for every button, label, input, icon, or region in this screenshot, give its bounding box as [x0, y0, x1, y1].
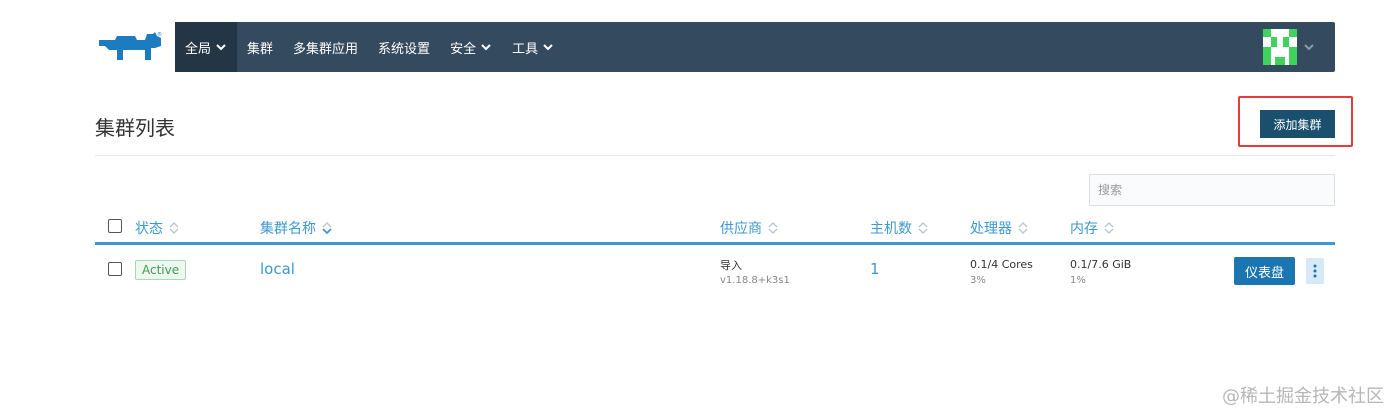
- dashboard-button[interactable]: 仪表盘: [1234, 257, 1295, 285]
- nav-tools-label: 工具: [512, 41, 539, 57]
- status-badge: Active: [135, 260, 187, 280]
- row-checkbox[interactable]: [108, 262, 122, 276]
- column-header-memory[interactable]: 内存: [1070, 218, 1114, 238]
- cpu-percent: 3%: [970, 275, 986, 286]
- column-header-provider[interactable]: 供应商: [720, 218, 778, 238]
- cpu-usage: 0.1/4 Cores: [970, 258, 1033, 271]
- page-title: 集群列表: [95, 116, 175, 140]
- table-header: 状态 集群名称 供应商 主机数 处理器 内存: [95, 212, 1335, 245]
- chevron-down-icon: [543, 44, 553, 51]
- sort-icon: [1018, 222, 1028, 234]
- select-all-checkbox[interactable]: [108, 219, 122, 233]
- node-count-link[interactable]: 1: [870, 260, 880, 278]
- column-header-cpu[interactable]: 处理器: [970, 218, 1028, 238]
- column-header-cluster-name[interactable]: 集群名称: [260, 218, 332, 238]
- cluster-name-link[interactable]: local: [260, 260, 295, 278]
- svg-text:®: ®: [157, 31, 162, 38]
- table-row: Active local 导入 v1.18.8+k3s1 1 0.1/4 Cor…: [95, 248, 1335, 294]
- chevron-down-icon: [1304, 44, 1314, 51]
- watermark: @稀土掘金技术社区: [1222, 386, 1384, 407]
- nav-global[interactable]: 全局: [175, 22, 238, 72]
- nav-multi-cluster-apps[interactable]: 多集群应用: [283, 22, 368, 72]
- column-label: 供应商: [720, 221, 762, 237]
- sort-desc-icon: [322, 222, 332, 235]
- nav-tools[interactable]: 工具: [502, 22, 564, 72]
- kebab-menu-icon: [1313, 264, 1317, 278]
- nav-clusters-label: 集群: [247, 41, 274, 57]
- chevron-down-icon: [216, 44, 226, 51]
- provider-name: 导入: [720, 259, 742, 272]
- row-actions-button[interactable]: [1306, 258, 1324, 284]
- column-label: 处理器: [970, 221, 1012, 237]
- rancher-logo-icon[interactable]: ®: [95, 30, 165, 64]
- user-menu[interactable]: [1263, 29, 1315, 65]
- memory-percent: 1%: [1070, 275, 1086, 286]
- sort-icon: [768, 222, 778, 234]
- column-label: 集群名称: [260, 221, 316, 237]
- nav-security[interactable]: 安全: [440, 22, 502, 72]
- chevron-down-icon: [481, 44, 491, 51]
- column-header-status[interactable]: 状态: [135, 218, 179, 238]
- column-header-nodes[interactable]: 主机数: [870, 218, 928, 238]
- nav-multi-cluster-apps-label: 多集群应用: [293, 41, 359, 57]
- provider-version: v1.18.8+k3s1: [720, 275, 790, 286]
- column-label: 内存: [1070, 221, 1098, 237]
- sort-icon: [169, 222, 179, 234]
- nav-settings-label: 系统设置: [378, 41, 431, 57]
- nav-global-label: 全局: [185, 41, 212, 57]
- column-label: 状态: [135, 221, 163, 237]
- top-navbar: 全局 集群 多集群应用 系统设置 安全 工具: [175, 22, 1335, 72]
- avatar-icon: [1263, 29, 1297, 65]
- memory-usage: 0.1/7.6 GiB: [1070, 258, 1132, 271]
- sort-icon: [918, 222, 928, 234]
- header-divider: [95, 155, 1335, 156]
- nav-settings[interactable]: 系统设置: [368, 22, 440, 72]
- nav-security-label: 安全: [450, 41, 477, 57]
- search-input[interactable]: [1089, 174, 1335, 206]
- column-label: 主机数: [870, 221, 912, 237]
- nav-clusters[interactable]: 集群: [237, 22, 283, 72]
- add-cluster-button[interactable]: 添加集群: [1260, 110, 1335, 138]
- sort-icon: [1104, 222, 1114, 234]
